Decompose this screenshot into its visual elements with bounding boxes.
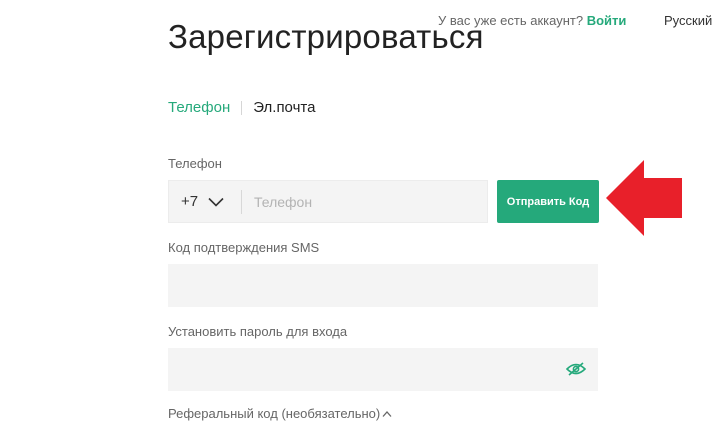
country-code-select[interactable]: +7	[169, 181, 229, 222]
tab-email[interactable]: Эл.почта	[253, 99, 315, 116]
password-input[interactable]	[168, 348, 598, 391]
phone-label: Телефон	[168, 156, 222, 171]
eye-hidden-icon[interactable]	[565, 361, 587, 377]
phone-input[interactable]	[242, 180, 487, 223]
country-code-value: +7	[181, 193, 199, 210]
chevron-down-icon	[208, 197, 224, 207]
referral-toggle[interactable]: Реферальный код (необязательно)	[168, 406, 392, 421]
red-arrow-icon	[606, 160, 682, 236]
sms-code-label: Код подтверждения SMS	[168, 240, 320, 255]
password-label: Установить пароль для входа	[168, 324, 348, 339]
page-title: Зарегистрироваться	[168, 18, 484, 55]
registration-page: У вас уже есть аккаунт? Войти Русский За…	[0, 0, 721, 433]
referral-label: Реферальный код (необязательно)	[168, 406, 381, 421]
tab-divider	[241, 100, 243, 115]
send-code-button[interactable]: Отправить Код	[497, 180, 599, 223]
sms-code-input[interactable]	[168, 264, 598, 307]
chevron-up-icon	[382, 410, 392, 418]
phone-field-group: +7	[168, 180, 488, 223]
language-selector[interactable]: Русский	[664, 13, 712, 28]
tab-phone[interactable]: Телефон	[168, 99, 230, 116]
register-method-tabs: Телефон Эл.почта	[168, 99, 315, 116]
login-link[interactable]: Войти	[587, 13, 627, 28]
